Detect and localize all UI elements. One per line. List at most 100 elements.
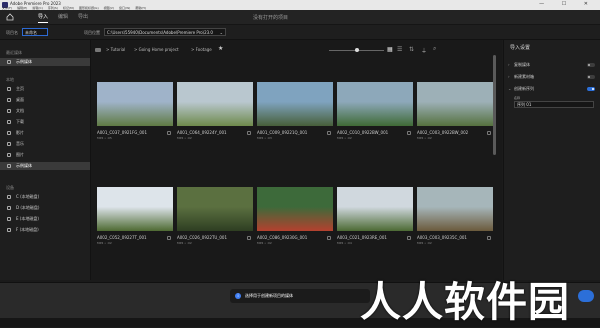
clip-select-checkbox[interactable] — [327, 131, 331, 135]
clip-select-checkbox[interactable] — [247, 236, 251, 240]
chevron-right-icon[interactable]: ⌄ — [508, 86, 511, 91]
sidebar-item-local-0[interactable]: 主页 — [0, 85, 90, 93]
import-option-toggle[interactable] — [587, 87, 595, 91]
clip-name: A002_C003_0922BW_002 — [417, 130, 469, 135]
media-browser: > Tutorial > Going Home project > Footag… — [91, 40, 502, 300]
watermark: 人人软件园 — [360, 278, 570, 326]
import-option-label: 复制媒体 — [514, 62, 530, 67]
chevron-right-icon[interactable]: › — [508, 74, 510, 79]
sidebar-item-local-6[interactable]: 图片 — [0, 151, 90, 159]
drive-icon — [7, 195, 11, 199]
sidebar-item-drive-2[interactable]: E (本地磁盘) — [0, 215, 90, 223]
list-view-icon[interactable]: ☰ — [397, 46, 402, 53]
zoom-slider-handle[interactable] — [355, 48, 359, 52]
star-icon[interactable]: ★ — [218, 45, 223, 52]
clip-thumbnail[interactable] — [257, 187, 333, 231]
folder-icon — [95, 48, 101, 52]
download-icon — [7, 120, 11, 124]
movie-icon — [7, 131, 11, 135]
clip-meta: MP4 • :04 — [337, 241, 352, 245]
breadcrumb-item-footage[interactable]: > Footage — [191, 47, 212, 52]
grid-view-icon[interactable]: ▦ — [387, 46, 393, 53]
clip-meta: MP4 • :02 — [417, 241, 432, 245]
breadcrumb: > Tutorial > Going Home project > Footag… — [91, 40, 502, 55]
sidebar-item-drive-1[interactable]: D (本地磁盘) — [0, 204, 90, 212]
breadcrumb-item-tutorial[interactable]: > Tutorial — [106, 47, 125, 52]
clip-name: A001_C037_0921FG_001 — [97, 130, 148, 135]
project-location-dropdown[interactable]: C:\Users\55940\Documents\Adobe\Premiere … — [104, 28, 226, 36]
import-option-toggle[interactable] — [587, 63, 595, 67]
clip-thumbnail[interactable] — [177, 187, 253, 231]
tab-edit[interactable]: 编辑 — [58, 13, 68, 20]
clip-select-checkbox[interactable] — [487, 131, 491, 135]
clip-thumbnail[interactable] — [177, 82, 253, 126]
filter-icon[interactable]: ⏚ — [421, 46, 427, 55]
clip-name: A003_C021_0923RE_001 — [337, 235, 387, 240]
clip-name: A001_C064_09224Y_001 — [177, 130, 227, 135]
chevron-down-icon: ⌄ — [219, 30, 223, 35]
import-option-row: ⌄ 创建新序列 — [504, 85, 600, 95]
clip-select-checkbox[interactable] — [167, 131, 171, 135]
sidebar-item-local-3[interactable]: 下载 — [0, 118, 90, 126]
picture-icon — [7, 153, 11, 157]
import-option-label: 新建素材箱 — [514, 74, 534, 79]
sidebar-item-recent-sample[interactable]: 示例媒体 — [0, 58, 90, 66]
clip-meta: MP4 • :02 — [417, 136, 432, 140]
clip-thumbnail[interactable] — [417, 82, 493, 126]
clip-thumbnail[interactable] — [417, 187, 493, 231]
drive-icon — [7, 217, 11, 221]
clip-select-checkbox[interactable] — [167, 236, 171, 240]
clip-select-checkbox[interactable] — [487, 236, 491, 240]
project-name-input[interactable]: 未命名 — [22, 28, 48, 36]
clip-select-checkbox[interactable] — [247, 131, 251, 135]
sidebar-item-drive-3[interactable]: F (本地磁盘) — [0, 226, 90, 234]
home-icon[interactable] — [6, 13, 14, 21]
drive-icon — [7, 206, 11, 210]
sidebar-item-local-1[interactable]: 桌面 — [0, 96, 90, 104]
clip-thumbnail[interactable] — [97, 187, 173, 231]
chevron-right-icon[interactable]: › — [508, 62, 510, 67]
folder-icon — [7, 60, 11, 64]
clip-thumbnail[interactable] — [337, 187, 413, 231]
info-banner: i 选择用于创建新项目的媒体 — [230, 289, 370, 303]
folder-icon — [7, 164, 11, 168]
scrollbar[interactable] — [493, 55, 496, 155]
import-option-toggle[interactable] — [587, 75, 595, 79]
zoom-slider[interactable] — [329, 48, 384, 52]
tab-export[interactable]: 导出 — [78, 13, 88, 20]
clip-meta: MP4 • :03 — [257, 136, 272, 140]
import-settings-panel: 导入设置 › 复制媒体 › 新建素材箱 ⌄ 创建新序列 名称 序列 01 — [503, 40, 600, 280]
search-icon[interactable]: ⌕ — [433, 45, 436, 53]
clip-thumbnail[interactable] — [337, 82, 413, 126]
sidebar-item-local-7[interactable]: 示例媒体 — [0, 162, 90, 170]
tab-import[interactable]: 导入 — [38, 13, 49, 23]
project-location-value: C:\Users\55940\Documents\Adobe\Premiere … — [107, 30, 213, 35]
devices-header: 设备 — [6, 185, 14, 190]
clip-name: A002_C010_0922BW_001 — [337, 130, 389, 135]
clip-meta: MP4 • :05 — [97, 136, 112, 140]
clip-name: A002_C086_09230G_001 — [257, 235, 308, 240]
drive-icon — [7, 228, 11, 232]
clip-meta: MP4 • :02 — [257, 241, 272, 245]
info-icon: i — [235, 293, 241, 299]
sidebar-item-drive-0[interactable]: C (本地磁盘) — [0, 193, 90, 201]
clip-select-checkbox[interactable] — [327, 236, 331, 240]
home-icon — [7, 87, 11, 91]
info-banner-text: 选择用于创建新项目的媒体 — [245, 293, 293, 298]
clip-select-checkbox[interactable] — [407, 236, 411, 240]
sidebar: 最近媒体 示例媒体 本地 主页 桌面 文档 下载 影片 音乐 图片 示例媒体 设备 C (本地… — [0, 40, 91, 280]
clip-meta: MP4 • :02 — [177, 241, 192, 245]
recent-header: 最近媒体 — [6, 50, 22, 55]
clip-select-checkbox[interactable] — [407, 131, 411, 135]
create-button[interactable] — [578, 290, 594, 302]
window-controls[interactable]: — ☐ ✕ — [539, 1, 596, 7]
clip-thumbnail[interactable] — [257, 82, 333, 126]
sidebar-item-local-4[interactable]: 影片 — [0, 129, 90, 137]
sequence-name-input[interactable]: 序列 01 — [514, 101, 594, 108]
sidebar-item-local-2[interactable]: 文档 — [0, 107, 90, 115]
sort-icon[interactable]: ⇅ — [409, 46, 414, 53]
clip-thumbnail[interactable] — [97, 82, 173, 126]
breadcrumb-item-project[interactable]: > Going Home project — [134, 47, 179, 52]
project-location-label: 项目位置 — [84, 30, 100, 35]
sidebar-item-local-5[interactable]: 音乐 — [0, 140, 90, 148]
